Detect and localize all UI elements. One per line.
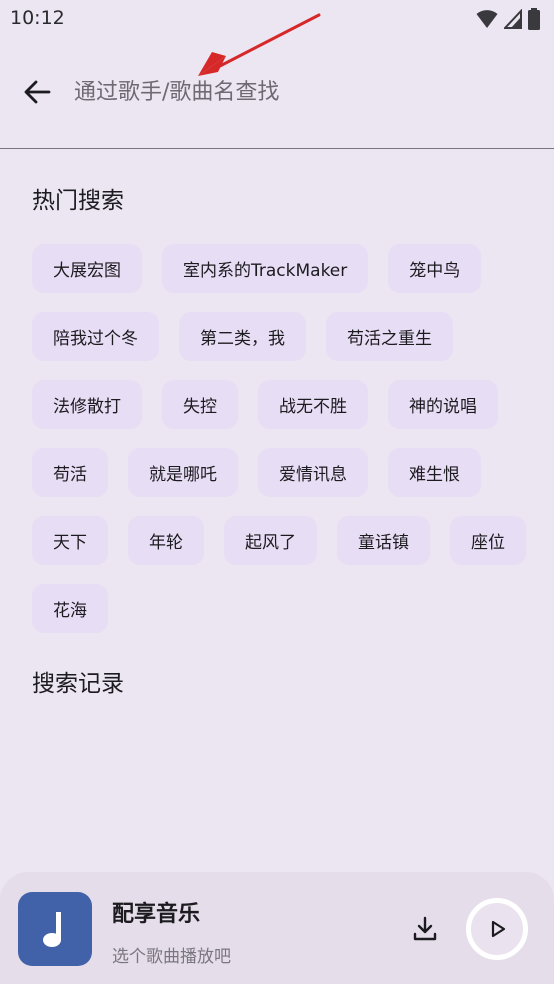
search-history-title: 搜索记录 xyxy=(32,671,124,697)
hot-search-chips: 大展宏图 室内系的TrackMaker 笼中鸟 陪我过个冬 第二类，我 苟活之重… xyxy=(32,244,532,633)
status-bar: 10:12 xyxy=(0,0,554,40)
mini-player: 配享音乐 选个歌曲播放吧 xyxy=(0,872,554,984)
hot-search-chip[interactable]: 就是哪吒 xyxy=(128,448,238,497)
search-input[interactable] xyxy=(74,70,514,114)
hot-search-chip[interactable]: 笼中鸟 xyxy=(388,244,482,293)
music-note-icon xyxy=(43,912,61,947)
back-button[interactable] xyxy=(16,71,58,113)
hot-search-chip[interactable]: 神的说唱 xyxy=(388,380,498,429)
hot-search-chip[interactable]: 失控 xyxy=(162,380,238,429)
hot-search-chip[interactable]: 年轮 xyxy=(128,516,204,565)
player-title: 配享音乐 xyxy=(112,902,201,927)
signal-icon xyxy=(504,9,522,29)
hot-search-chip[interactable]: 室内系的TrackMaker xyxy=(162,244,369,293)
play-button[interactable] xyxy=(466,898,528,960)
hot-search-chip[interactable]: 苟活之重生 xyxy=(326,312,453,361)
wifi-icon xyxy=(476,10,498,28)
hot-search-chip[interactable]: 陪我过个冬 xyxy=(32,312,159,361)
hot-search-chip[interactable]: 战无不胜 xyxy=(258,380,368,429)
status-time: 10:12 xyxy=(10,7,65,29)
search-bar xyxy=(0,40,554,149)
hot-search-title: 热门搜索 xyxy=(32,188,124,214)
hot-search-chip[interactable]: 花海 xyxy=(32,584,108,633)
hot-search-chip[interactable]: 苟活 xyxy=(32,448,108,497)
status-icons xyxy=(476,8,540,30)
back-arrow-icon xyxy=(24,80,51,104)
album-art[interactable] xyxy=(18,892,92,966)
download-icon xyxy=(413,916,437,941)
hot-search-chip[interactable]: 天下 xyxy=(32,516,108,565)
hot-search-chip[interactable]: 童话镇 xyxy=(337,516,430,565)
hot-search-chip[interactable]: 难生恨 xyxy=(388,448,481,497)
hot-search-chip[interactable]: 座位 xyxy=(450,516,526,565)
battery-icon xyxy=(528,8,540,30)
hot-search-chip[interactable]: 法修散打 xyxy=(32,380,142,429)
player-subtitle: 选个歌曲播放吧 xyxy=(112,947,231,967)
play-icon xyxy=(491,920,506,938)
hot-search-chip[interactable]: 起风了 xyxy=(224,516,317,565)
download-button[interactable] xyxy=(404,908,446,950)
hot-search-chip[interactable]: 爱情讯息 xyxy=(258,448,368,497)
hot-search-chip[interactable]: 大展宏图 xyxy=(32,244,142,293)
hot-search-chip[interactable]: 第二类，我 xyxy=(179,312,306,361)
